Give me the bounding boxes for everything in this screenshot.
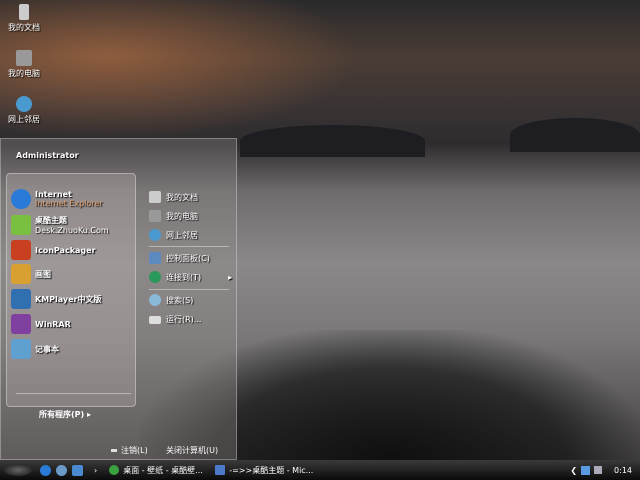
- run-icon: [149, 315, 161, 324]
- place-run[interactable]: 运行(R)...: [149, 314, 201, 325]
- program-label: Internet: [35, 190, 72, 199]
- my-documents-icon: [19, 4, 29, 20]
- iconpackager-icon: [11, 240, 31, 260]
- place-label: 连接到(T): [166, 272, 202, 282]
- logoff-label: 注销(L): [121, 446, 148, 455]
- submenu-arrow-icon: ▸: [228, 272, 233, 282]
- user-name: Administrator: [16, 151, 79, 160]
- browser-icon: [109, 465, 120, 475]
- system-tray: ❮ 0:14: [570, 465, 640, 475]
- desktop-icon-my-documents[interactable]: 我的文档: [4, 4, 44, 33]
- program-label: 记事本: [35, 344, 59, 354]
- word-icon: [215, 465, 226, 475]
- network-places-icon: [149, 229, 161, 241]
- divider: [149, 246, 229, 247]
- quicklaunch-globe-icon[interactable]: [56, 464, 67, 476]
- my-computer-icon: [149, 210, 161, 222]
- internet-explorer-icon: [11, 189, 31, 209]
- my-computer-icon: [16, 50, 32, 66]
- start-button[interactable]: [4, 464, 32, 476]
- start-menu: Administrator Internet Internet Explorer …: [0, 138, 237, 460]
- quicklaunch-desktop-icon[interactable]: [72, 464, 83, 476]
- zhuoku-icon: [11, 215, 31, 235]
- winrar-icon: [11, 314, 31, 334]
- connect-to-icon: [149, 271, 161, 283]
- wallpaper-mountain: [240, 125, 425, 157]
- program-internet[interactable]: Internet Internet Explorer: [11, 189, 103, 209]
- place-label: 控制面板(C): [166, 253, 210, 263]
- logoff-icon: [111, 449, 117, 452]
- place-label: 我的文档: [166, 192, 198, 202]
- control-panel-icon: [149, 252, 161, 264]
- program-winrar[interactable]: WinRAR: [11, 314, 71, 334]
- task-label: 桌面 - 壁纸 - 桌酷壁...: [123, 465, 203, 475]
- taskbar-button[interactable]: -=>>桌酷主题 - Mic...: [215, 465, 315, 476]
- all-programs-button[interactable]: 所有程序(P) ▸: [39, 409, 91, 420]
- desktop-icon-label: 网上邻居: [8, 115, 40, 124]
- logoff-button[interactable]: 注销(L): [111, 445, 148, 456]
- my-documents-icon: [149, 191, 161, 203]
- place-label: 网上邻居: [166, 230, 198, 240]
- clock[interactable]: 0:14: [614, 466, 632, 475]
- place-search[interactable]: 搜索(S): [149, 294, 193, 306]
- program-sublabel: Internet Explorer: [35, 199, 103, 208]
- place-label: 运行(R)...: [166, 315, 202, 324]
- network-places-icon: [16, 96, 32, 112]
- desktop-icon-label: 我的文档: [8, 23, 40, 32]
- program-label: KMPlayer中文版: [35, 294, 102, 304]
- shutdown-label: 关闭计算机(U): [166, 446, 219, 455]
- tray-expand-icon[interactable]: ❮: [570, 466, 577, 475]
- place-label: 我的电脑: [166, 211, 198, 221]
- search-icon: [149, 294, 161, 306]
- network-tray-icon[interactable]: [581, 465, 591, 475]
- program-label: IconPackager: [35, 245, 96, 255]
- volume-tray-icon[interactable]: [594, 466, 603, 474]
- desktop-icon-network-places[interactable]: 网上邻居: [4, 96, 44, 125]
- wallpaper-glow: [0, 0, 360, 140]
- program-sublabel: Desk.ZhuoKu.Com: [35, 226, 109, 235]
- kmplayer-icon: [11, 289, 31, 309]
- program-notepad[interactable]: 记事本: [11, 339, 59, 359]
- program-paint[interactable]: 画图: [11, 264, 51, 284]
- program-label: 桌酷主题: [35, 216, 67, 225]
- task-label: -=>>桌酷主题 - Mic...: [229, 465, 314, 475]
- program-label: WinRAR: [35, 319, 71, 329]
- place-control-panel[interactable]: 控制面板(C): [149, 252, 210, 264]
- paint-icon: [11, 264, 31, 284]
- program-iconpackager[interactable]: IconPackager: [11, 240, 96, 260]
- desktop-icon-label: 我的电脑: [8, 69, 40, 78]
- place-my-computer[interactable]: 我的电脑: [149, 210, 198, 222]
- program-kmplayer[interactable]: KMPlayer中文版: [11, 289, 102, 309]
- desktop-icon-my-computer[interactable]: 我的电脑: [4, 50, 44, 79]
- place-label: 搜索(S): [166, 295, 194, 305]
- shutdown-button[interactable]: 关闭计算机(U): [166, 445, 218, 456]
- divider: [149, 289, 229, 290]
- taskbar: › 桌面 - 壁纸 - 桌酷壁... -=>>桌酷主题 - Mic... ❮ 0…: [0, 460, 640, 480]
- divider: [16, 393, 131, 394]
- quicklaunch-chevron-icon[interactable]: ›: [94, 466, 97, 475]
- program-zhuoku[interactable]: 桌酷主题 Desk.ZhuoKu.Com: [11, 215, 109, 235]
- place-connect-to[interactable]: 连接到(T) ▸: [149, 271, 232, 283]
- place-network[interactable]: 网上邻居: [149, 229, 198, 241]
- all-programs-label: 所有程序(P): [39, 410, 85, 419]
- notepad-icon: [11, 339, 31, 359]
- program-label: 画图: [35, 269, 51, 279]
- wallpaper-mountain: [510, 118, 640, 152]
- quicklaunch-ie-icon[interactable]: [40, 464, 51, 476]
- place-my-documents[interactable]: 我的文档: [149, 191, 198, 203]
- taskbar-button[interactable]: 桌面 - 壁纸 - 桌酷壁...: [109, 465, 209, 476]
